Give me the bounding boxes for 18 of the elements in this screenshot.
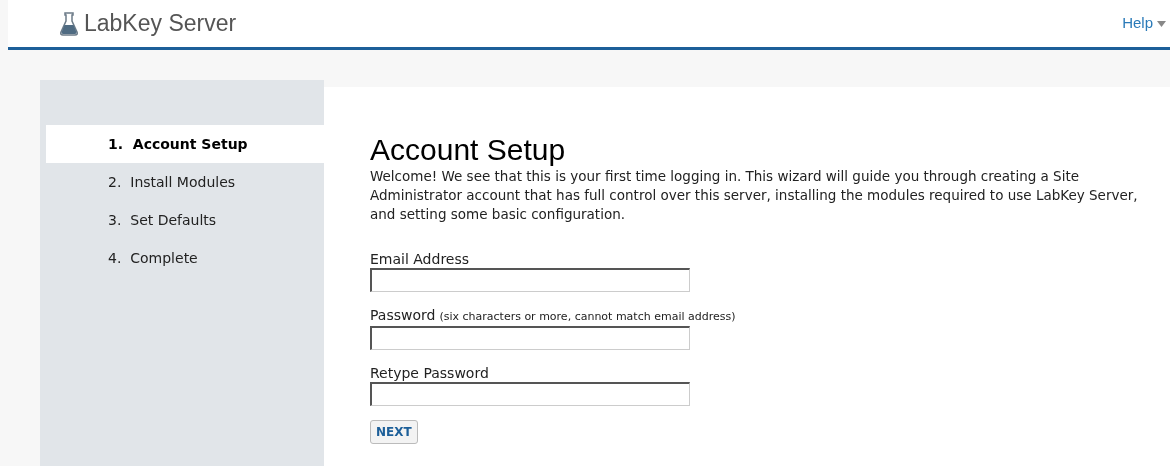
wizard-step[interactable]: 4. Complete — [46, 239, 324, 277]
next-button[interactable]: NEXT — [370, 420, 418, 444]
flask-icon — [60, 11, 78, 36]
field-label: Retype Password — [370, 364, 489, 382]
input-field[interactable] — [370, 326, 690, 350]
page-heading: Account Setup — [370, 133, 567, 167]
intro-text: Welcome! We see that this is your first time logging in. This wizard will guide you through creating a Site Administrator account that has full control over this server, installing the modules required to use LabKey Server, and setting some basic configuration. — [370, 167, 1139, 224]
wizard-step[interactable]: 3. Set Defaults — [46, 201, 324, 239]
field-label: Email Address — [370, 250, 470, 268]
input-field[interactable] — [370, 268, 690, 292]
field-hint: (six characters or more, cannot match email address) — [439, 309, 736, 325]
field-label: Password — [370, 306, 436, 324]
wizard-step[interactable]: 1. Account Setup — [46, 125, 324, 163]
wizard-step[interactable]: 2. Install Modules — [46, 163, 324, 201]
help-menu[interactable]: Help — [1122, 12, 1166, 35]
input-field[interactable] — [370, 382, 690, 406]
app-title: LabKey Server — [84, 9, 237, 39]
caret-icon — [1157, 20, 1166, 27]
